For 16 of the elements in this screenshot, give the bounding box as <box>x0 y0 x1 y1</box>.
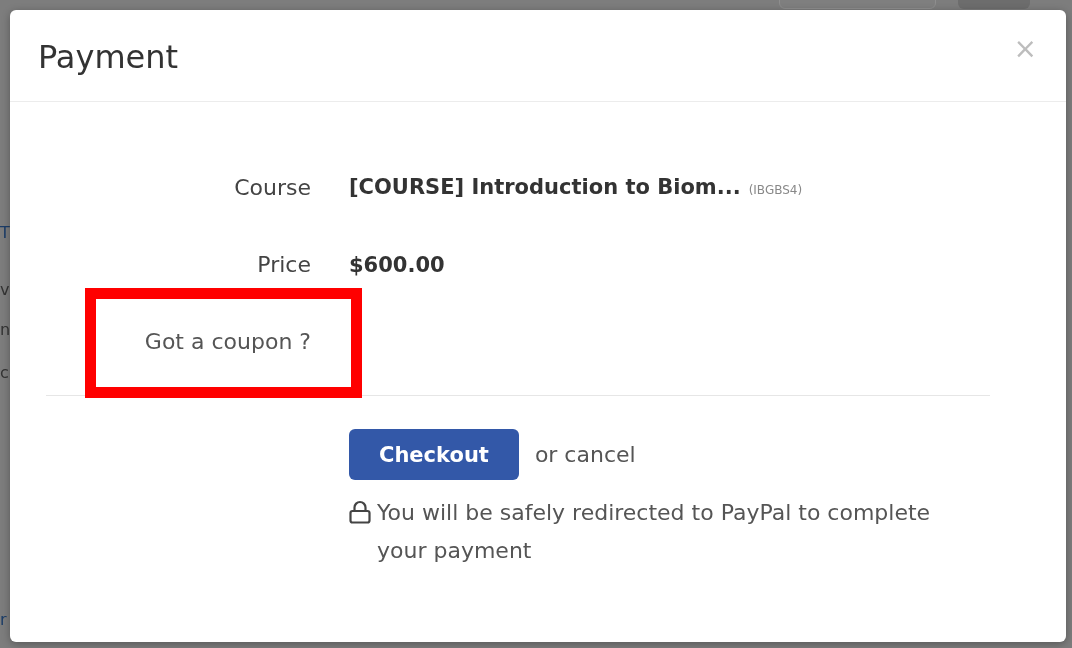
backdrop-text: v <box>0 279 10 301</box>
coupon-link[interactable]: Got a coupon ? <box>144 329 311 354</box>
checkout-button[interactable]: Checkout <box>349 429 519 480</box>
cancel-link[interactable]: or cancel <box>534 442 636 467</box>
dialog-title: Payment <box>38 36 179 78</box>
course-title: [COURSE] Introduction to Biom... <box>349 173 741 201</box>
backdrop-text: c <box>0 362 10 384</box>
backdrop-text: n <box>0 319 10 341</box>
field-label: Course <box>233 174 311 202</box>
lock-icon <box>349 500 371 524</box>
field-label: Price <box>256 251 311 279</box>
price-value: $600.00 <box>349 252 445 279</box>
backdrop-text: r <box>0 609 8 631</box>
redirect-note: You will be safely redirected to PayPal to complete your payment <box>377 499 932 565</box>
course-code: (IBGBS4) <box>748 181 803 199</box>
backdrop-text: T <box>0 222 10 244</box>
